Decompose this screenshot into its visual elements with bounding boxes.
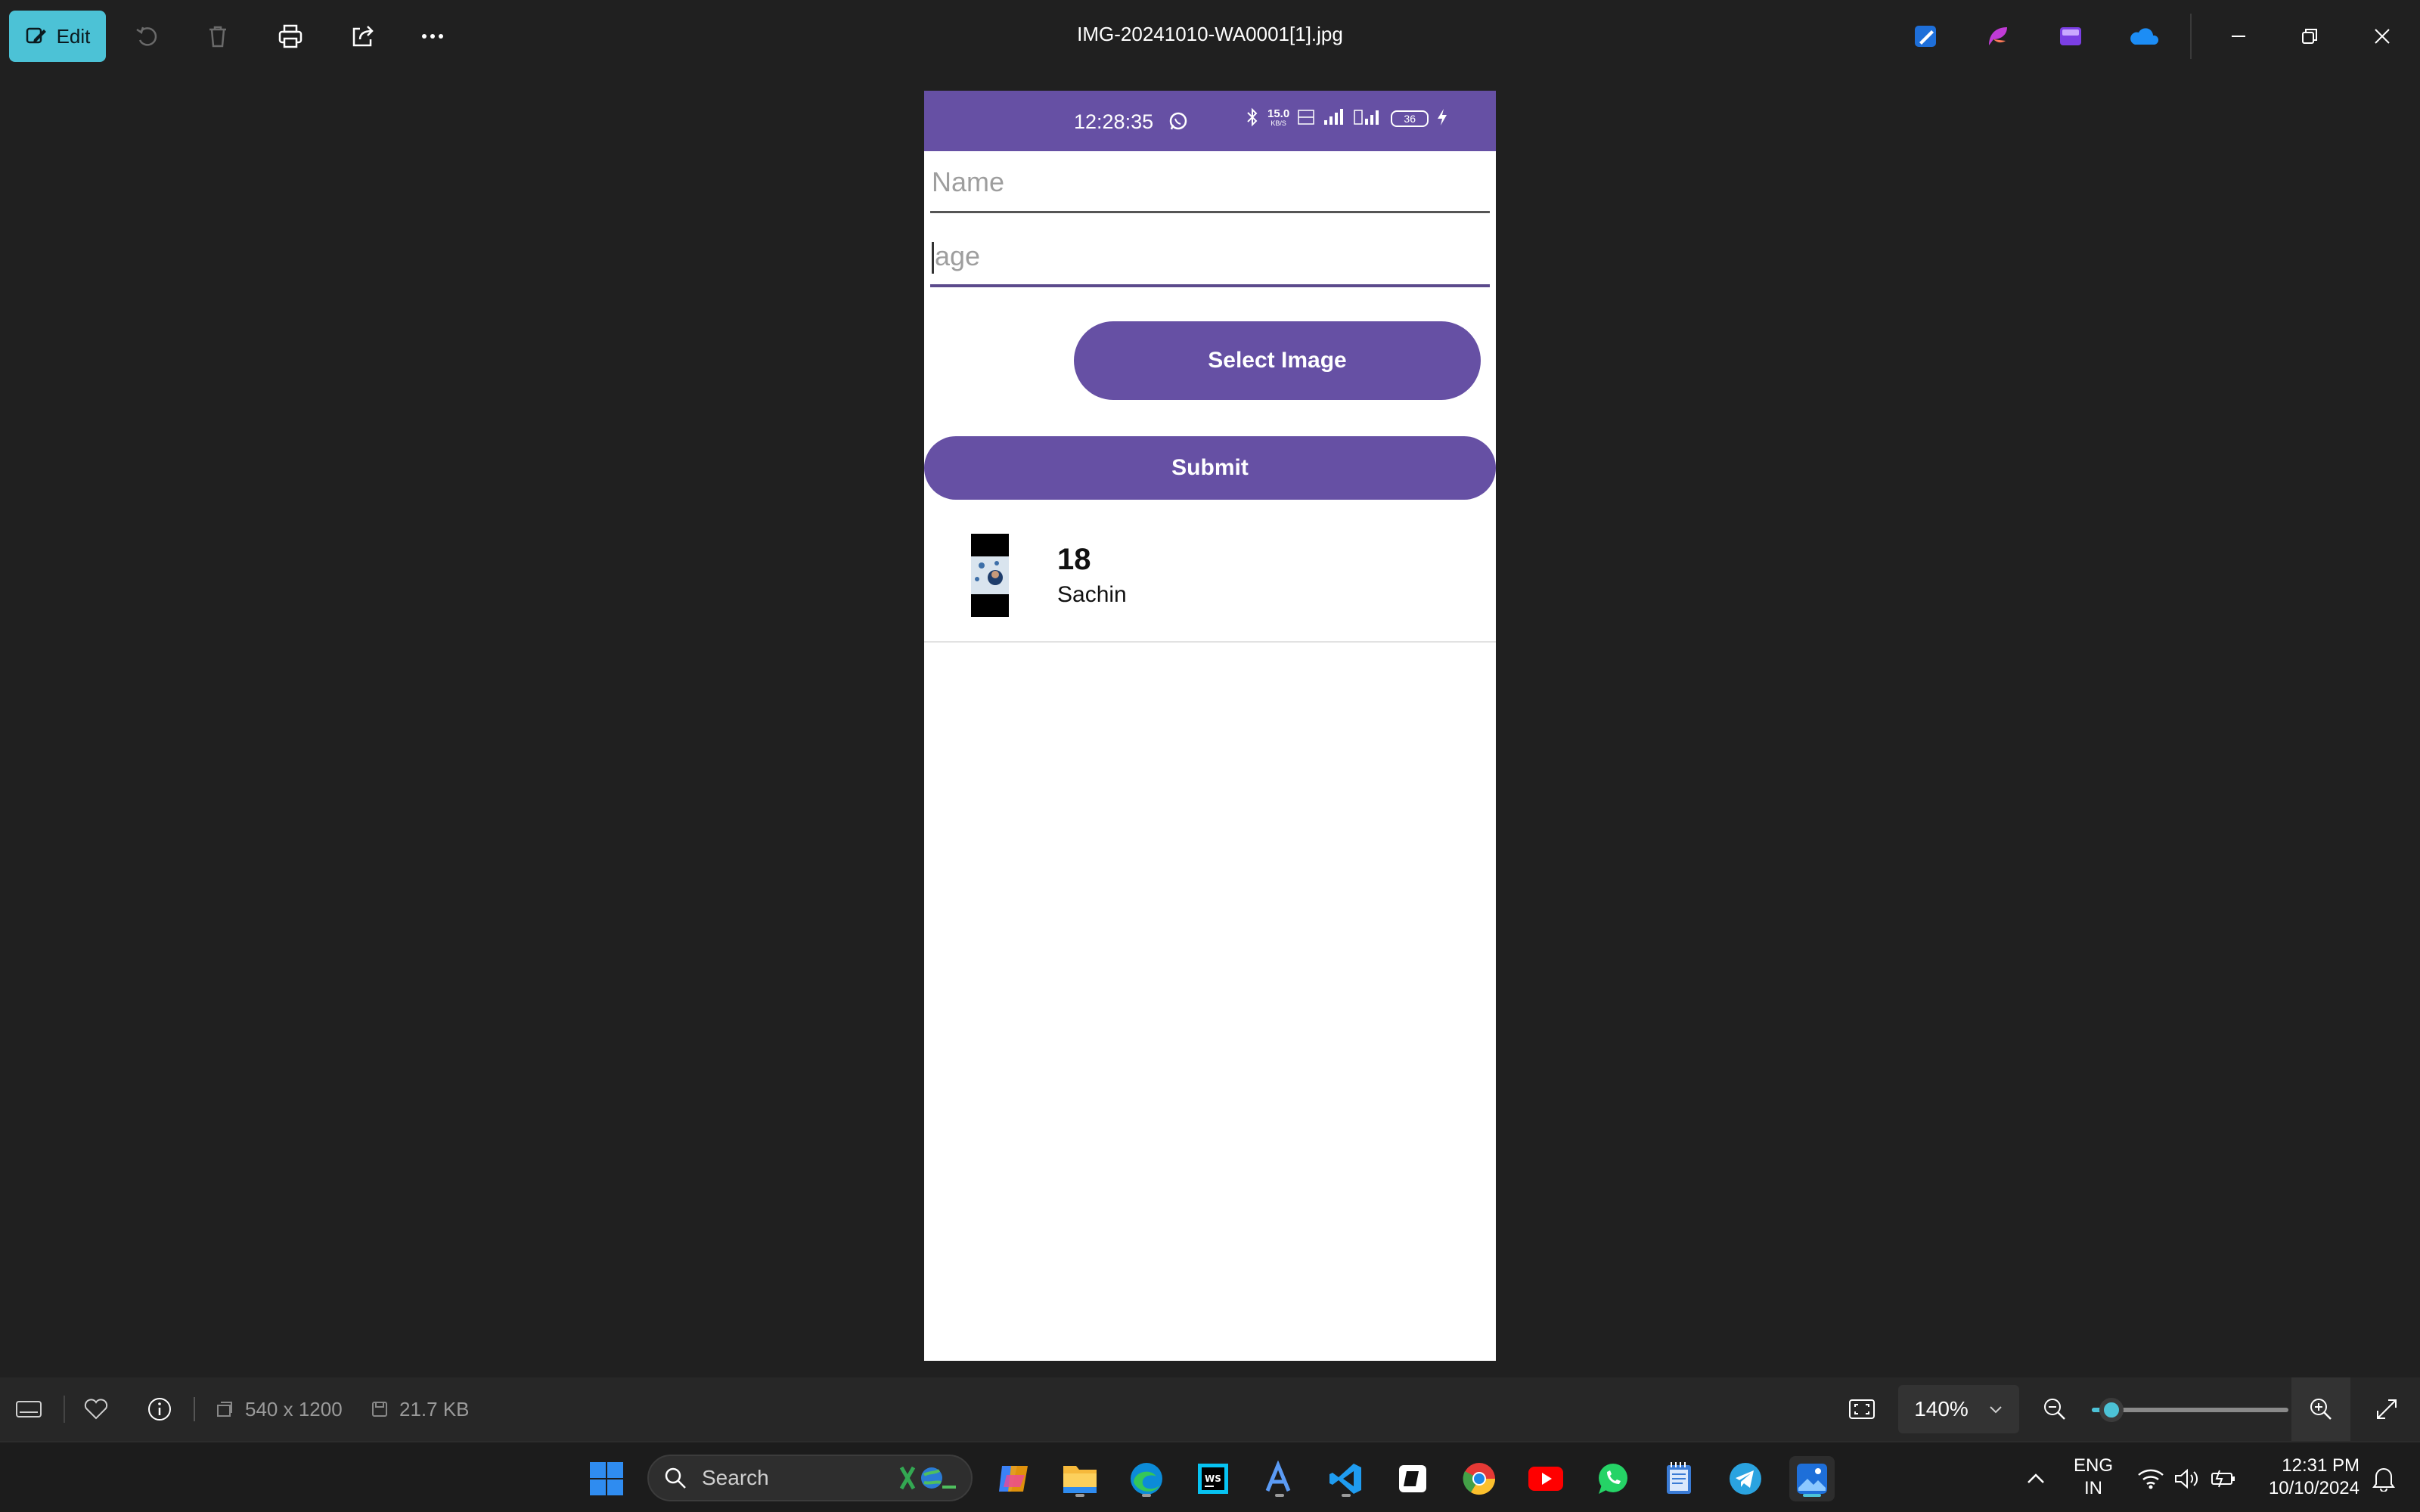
running-indicator [1275, 1494, 1284, 1497]
chevron-up-icon[interactable] [2013, 1456, 2059, 1501]
item-age: 18 [1057, 543, 1091, 576]
onedrive-icon[interactable] [2127, 20, 2160, 53]
signal-icon [1323, 108, 1345, 129]
file-size: 21.7 KB [371, 1377, 470, 1441]
whatsapp-notification-icon [1168, 110, 1189, 135]
edit-button[interactable]: Edit [9, 11, 106, 62]
info-bar: 540 x 1200 21.7 KB 140% [0, 1377, 2420, 1441]
select-image-button[interactable]: Select Image [1074, 321, 1481, 400]
file-size-text: 21.7 KB [399, 1397, 470, 1421]
language-top: ENG [2073, 1455, 2113, 1476]
divider [194, 1397, 195, 1421]
clipchamp-icon[interactable] [1981, 20, 2015, 53]
text-caret [932, 242, 934, 274]
restore-icon[interactable] [2290, 17, 2329, 56]
running-indicator [1142, 1494, 1151, 1497]
signal-icon-2 [1353, 108, 1383, 129]
svg-text:WS: WS [1205, 1473, 1221, 1484]
zoom-dropdown[interactable]: 140% [1898, 1385, 2019, 1433]
file-explorer-icon[interactable] [1057, 1456, 1103, 1501]
notion-icon[interactable] [1390, 1456, 1435, 1501]
submit-button[interactable]: Submit [924, 436, 1496, 500]
vscode-icon[interactable] [1323, 1456, 1369, 1501]
clock-time: 12:31 PM [2282, 1455, 2360, 1476]
volte-icon [1297, 107, 1315, 129]
name-placeholder: Name [932, 166, 1005, 197]
notification-bell-icon[interactable] [2361, 1456, 2406, 1501]
whatsapp-icon[interactable] [1590, 1456, 1635, 1501]
zoom-slider-thumb[interactable] [2099, 1398, 2124, 1422]
list-item[interactable]: 18 Sachin [924, 522, 1496, 643]
translator-icon[interactable] [1257, 1456, 1302, 1501]
item-name: Sachin [1057, 582, 1127, 607]
chrome-icon[interactable] [1457, 1456, 1502, 1501]
clock-date: 10/10/2024 [2268, 1478, 2360, 1498]
edit-label: Edit [56, 24, 91, 48]
windows-start-icon[interactable] [584, 1456, 629, 1501]
photos-icon[interactable] [1789, 1456, 1835, 1501]
copilot-icon[interactable] [991, 1456, 1036, 1501]
favorite-icon[interactable] [83, 1377, 109, 1441]
name-field[interactable]: Name [930, 159, 1490, 213]
rotate-icon[interactable] [129, 18, 165, 54]
zoom-value: 140% [1914, 1397, 1969, 1421]
taskbar-search[interactable]: Search [647, 1455, 973, 1501]
age-field[interactable]: age [930, 233, 1490, 287]
dimensions-icon [217, 1402, 232, 1417]
image-dimensions: 540 x 1200 [215, 1377, 343, 1441]
zoom-out-icon[interactable] [2042, 1377, 2068, 1441]
search-highlight-icon [899, 1466, 956, 1490]
filmstrip-icon[interactable] [15, 1377, 42, 1441]
status-time: 12:28:35 [1074, 110, 1154, 133]
windows-taskbar: Search WS ENG IN 12:31 PM 10/10/2024 [0, 1441, 2420, 1512]
edit-icon [26, 27, 46, 44]
language-indicator[interactable]: ENG IN [2068, 1455, 2119, 1500]
phone-screenshot: 12:28:35 15.0 KB/S 36 Name age Select Im… [924, 91, 1496, 1361]
disk-icon [372, 1402, 387, 1417]
taskbar-clock[interactable]: 12:31 PM 10/10/2024 [2254, 1455, 2360, 1500]
running-indicator [1342, 1494, 1351, 1497]
toolbar-separator [2190, 14, 2192, 59]
fit-to-window-icon[interactable] [1848, 1377, 1876, 1441]
battery-icon: 36 [1391, 110, 1429, 127]
user-thumbnail [971, 534, 1009, 617]
dimensions-text: 540 x 1200 [245, 1397, 343, 1421]
webstorm-icon[interactable]: WS [1190, 1456, 1236, 1501]
viewer-toolbar: Edit IMG-20241010-WA0001[1].jpg [0, 0, 2420, 73]
youtube-icon[interactable] [1523, 1456, 1568, 1501]
zoom-slider[interactable] [2092, 1398, 2288, 1422]
active-indicator [1803, 1494, 1821, 1497]
search-icon [665, 1467, 686, 1489]
edge-icon[interactable] [1124, 1456, 1169, 1501]
language-bottom: IN [2084, 1478, 2102, 1498]
fullscreen-icon[interactable] [2375, 1377, 2399, 1441]
notepad-icon[interactable] [1656, 1456, 1702, 1501]
running-indicator [1075, 1494, 1084, 1497]
status-bar: 12:28:35 15.0 KB/S 36 [924, 91, 1496, 151]
battery-tray-icon[interactable] [2201, 1456, 2246, 1501]
more-icon[interactable] [414, 18, 451, 54]
divider [64, 1396, 65, 1423]
bluetooth-icon [1245, 107, 1260, 129]
battery-level: 36 [1404, 112, 1416, 125]
search-placeholder: Search [702, 1466, 769, 1489]
print-icon[interactable] [272, 18, 309, 54]
share-icon[interactable] [345, 18, 381, 54]
designer-icon[interactable] [2054, 20, 2087, 53]
file-title: IMG-20241010-WA0001[1].jpg [1077, 23, 1343, 45]
network-speed: 15.0 KB/S [1267, 107, 1290, 127]
telegram-icon[interactable] [1723, 1456, 1768, 1501]
info-icon[interactable] [147, 1377, 172, 1441]
chevron-down-icon [1990, 1406, 2002, 1414]
zoom-in-icon [2310, 1399, 2332, 1420]
minimize-icon[interactable] [2219, 17, 2258, 56]
delete-icon[interactable] [200, 18, 236, 54]
charging-icon [1436, 108, 1448, 129]
age-placeholder: age [935, 240, 981, 271]
close-icon[interactable] [2363, 17, 2402, 56]
photos-editor-icon[interactable] [1909, 20, 1942, 53]
zoom-in-button[interactable] [2291, 1377, 2350, 1441]
